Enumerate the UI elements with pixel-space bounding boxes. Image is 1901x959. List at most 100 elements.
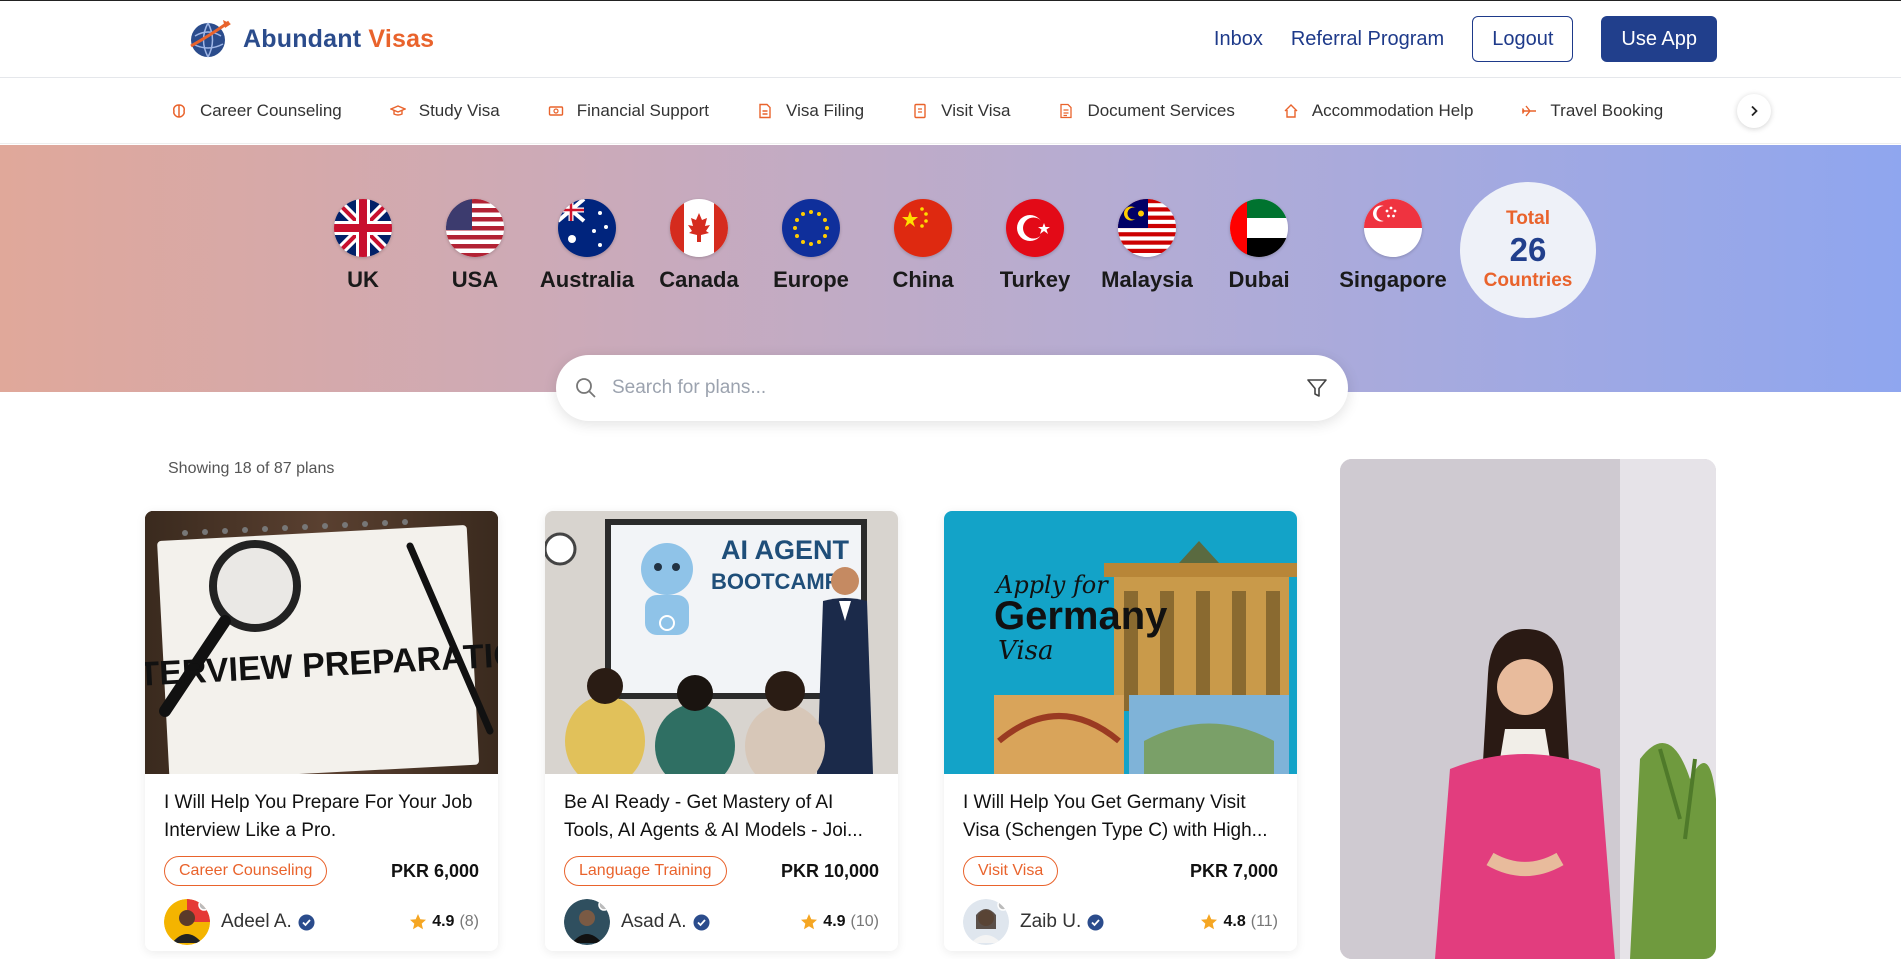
search-input[interactable] xyxy=(612,373,1252,403)
country-malaysia[interactable]: Malaysia xyxy=(1091,199,1203,293)
singapore-flag-icon xyxy=(1364,199,1422,257)
country-australia[interactable]: Australia xyxy=(531,199,643,293)
author-name: Zaib U. xyxy=(1020,911,1082,932)
inbox-link[interactable]: Inbox xyxy=(1214,28,1263,51)
category-label: Travel Booking xyxy=(1550,101,1664,120)
author-name-row[interactable]: Zaib U. xyxy=(1020,911,1104,933)
rating-value: 4.8 xyxy=(1223,913,1246,930)
review-count: (10) xyxy=(850,913,879,930)
country-dubai[interactable]: Dubai xyxy=(1203,199,1315,293)
logout-button[interactable]: Logout xyxy=(1472,16,1574,62)
category-visit-visa[interactable]: Visit Visa xyxy=(911,101,1010,121)
filter-icon[interactable] xyxy=(1306,377,1328,399)
category-label: Document Services xyxy=(1087,101,1235,120)
graduation-cap-icon xyxy=(389,102,407,120)
category-label: Financial Support xyxy=(576,101,710,120)
chevron-right-icon xyxy=(1751,105,1758,117)
use-app-button[interactable]: Use App xyxy=(1601,16,1717,62)
country-turkey[interactable]: Turkey xyxy=(979,199,1091,293)
category-label: Accommodation Help xyxy=(1311,101,1474,120)
author-avatar[interactable] xyxy=(164,899,210,945)
promo-video[interactable] xyxy=(1340,459,1716,959)
plan-title[interactable]: I Will Help You Get Germany Visit Visa (… xyxy=(963,789,1283,845)
germany-visa-image: Apply for Germany Visa xyxy=(944,511,1297,774)
country-europe[interactable]: Europe xyxy=(755,199,867,293)
brand-name-part2: Visas xyxy=(368,24,435,53)
category-career-counseling[interactable]: Career Counseling xyxy=(170,101,342,121)
country-name: Europe xyxy=(773,267,849,292)
plan-thumbnail[interactable]: Apply for Germany Visa xyxy=(944,511,1297,774)
country-name: China xyxy=(892,267,954,292)
review-count: (11) xyxy=(1250,913,1278,930)
plan-price: PKR 6,000 xyxy=(390,861,479,881)
search-icon xyxy=(576,378,596,398)
total-countries-label: Countries xyxy=(1483,270,1573,291)
plan-category-tag: Career Counseling xyxy=(164,856,328,886)
author-name: Asad A. xyxy=(621,911,687,932)
results-count: Showing 18 of 87 plans xyxy=(168,460,335,477)
category-label: Career Counseling xyxy=(200,101,342,120)
plan-title[interactable]: Be AI Ready - Get Mastery of AI Tools, A… xyxy=(564,789,884,845)
category-label: Visit Visa xyxy=(941,101,1011,120)
country-singapore[interactable]: Singapore xyxy=(1337,199,1449,293)
verified-badge-icon xyxy=(298,914,315,930)
interview-preparation-image: INTERVIEW PREPARATION xyxy=(145,511,498,774)
category-visa-filing[interactable]: Visa Filing xyxy=(756,101,864,121)
plan-card[interactable]: INTERVIEW PREPARATION I Will Help You Pr… xyxy=(145,511,498,951)
review-count: (8) xyxy=(459,913,479,930)
verified-badge-icon xyxy=(1087,914,1104,930)
author-name: Adeel A. xyxy=(221,911,292,932)
verified-badge-icon xyxy=(693,914,709,930)
category-study-visa[interactable]: Study Visa xyxy=(389,101,500,121)
category-document-services[interactable]: Document Services xyxy=(1057,101,1235,121)
usa-flag-icon xyxy=(446,199,504,257)
country-name: Malaysia xyxy=(1101,267,1193,292)
country-name: Dubai xyxy=(1228,267,1290,292)
plan-price: PKR 10,000 xyxy=(780,861,879,881)
country-usa[interactable]: USA xyxy=(419,199,531,293)
image-caption-line2: Germany xyxy=(994,594,1168,638)
europe-flag-icon xyxy=(782,199,840,257)
total-count: 26 xyxy=(1509,231,1547,268)
globe-plane-icon xyxy=(190,20,231,58)
category-label: Visa Filing xyxy=(786,101,865,120)
category-accommodation-help[interactable]: Accommodation Help xyxy=(1282,101,1474,121)
canada-flag-icon xyxy=(670,199,728,257)
author-name-row[interactable]: Adeel A. xyxy=(221,911,315,933)
image-caption-line3: Visa xyxy=(998,636,1053,666)
country-name: Canada xyxy=(659,267,739,292)
star-icon xyxy=(410,914,427,930)
category-financial-support[interactable]: Financial Support xyxy=(547,101,709,121)
referral-program-link[interactable]: Referral Program xyxy=(1291,28,1444,51)
brand-name: Abundant Visas xyxy=(243,25,434,54)
country-uk[interactable]: UK xyxy=(307,199,419,293)
uk-flag-icon xyxy=(334,199,392,257)
category-label: Study Visa xyxy=(418,101,500,120)
cash-icon xyxy=(547,102,565,120)
plan-card[interactable]: Apply for Germany Visa I Will Help You G… xyxy=(944,511,1297,951)
plan-title[interactable]: I Will Help You Prepare For Your Job Int… xyxy=(164,789,484,845)
plan-thumbnail[interactable]: AI AGENT BOOTCAMP xyxy=(545,511,898,774)
image-caption-line2: BOOTCAMP xyxy=(711,569,839,594)
plan-card[interactable]: AI AGENT BOOTCAMP Be AI Ready - Get Mast… xyxy=(545,511,898,951)
country-name: Singapore xyxy=(1339,267,1447,292)
plan-thumbnail[interactable]: INTERVIEW PREPARATION xyxy=(145,511,498,774)
star-icon xyxy=(1201,914,1218,930)
total-label: Total xyxy=(1506,208,1550,229)
country-canada[interactable]: Canada xyxy=(643,199,755,293)
country-name: UK xyxy=(347,267,379,292)
country-china[interactable]: China xyxy=(867,199,979,293)
turkey-flag-icon xyxy=(1006,199,1064,257)
author-avatar[interactable] xyxy=(963,899,1009,945)
file-icon xyxy=(756,102,774,120)
brand-logo[interactable]: Abundant Visas xyxy=(187,16,434,62)
china-flag-icon xyxy=(894,199,952,257)
category-travel-booking[interactable]: Travel Booking xyxy=(1520,101,1663,121)
rating-value: 4.9 xyxy=(823,913,846,930)
top-navbar: Abundant Visas Inbox Referral Program Lo… xyxy=(0,0,1901,78)
author-name-row[interactable]: Asad A. xyxy=(621,911,710,933)
author-avatar[interactable] xyxy=(564,899,610,945)
malaysia-flag-icon xyxy=(1118,199,1176,257)
plan-category-tag: Visit Visa xyxy=(963,856,1059,886)
category-scroll-next-button[interactable] xyxy=(1737,94,1771,128)
